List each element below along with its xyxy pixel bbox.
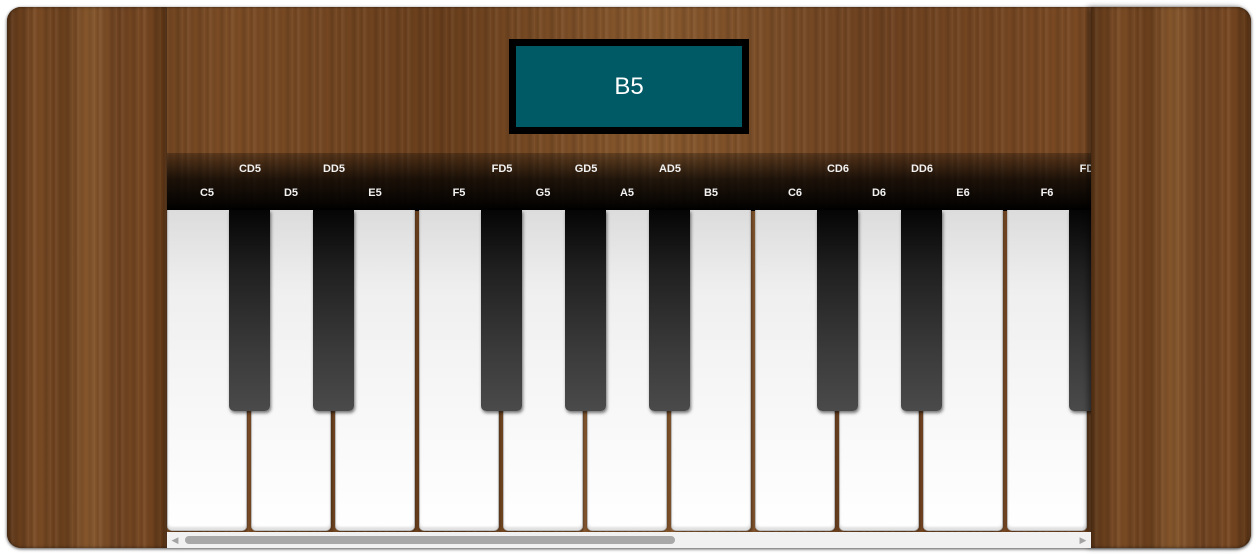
key-label-c6: C6 — [787, 187, 803, 199]
key-label-fd6: FD6 — [1079, 163, 1091, 175]
black-key-dd5[interactable] — [313, 210, 354, 411]
key-label-dd5: DD5 — [322, 163, 345, 175]
key-label-c5: C5 — [199, 187, 215, 199]
left-wood-cheek — [7, 7, 167, 548]
keyboard: CD5 DD5 FD5 GD5 AD5 CD6 DD6 FD6 C5 D5 E5… — [167, 153, 1091, 532]
key-label-b5: B5 — [703, 187, 719, 199]
key-label-cd6: CD6 — [826, 163, 849, 175]
black-key-cd5[interactable] — [229, 210, 270, 411]
key-label-a5: A5 — [619, 187, 635, 199]
key-label-gd5: GD5 — [574, 163, 598, 175]
key-label-ad5: AD5 — [658, 163, 681, 175]
black-key-dd6[interactable] — [901, 210, 942, 411]
key-label-fd5: FD5 — [491, 163, 513, 175]
scroll-right-arrow-icon[interactable]: ▶ — [1075, 532, 1091, 548]
black-key-gd5[interactable] — [565, 210, 606, 411]
black-key-cd6[interactable] — [817, 210, 858, 411]
note-display-text: B5 — [516, 46, 742, 127]
key-label-band — [167, 153, 1091, 211]
black-key-fd6[interactable] — [1069, 210, 1091, 411]
key-label-g5: G5 — [535, 187, 551, 199]
key-label-d5: D5 — [283, 187, 299, 199]
key-label-d6: D6 — [871, 187, 887, 199]
key-label-f5: F5 — [452, 187, 466, 199]
scroll-left-arrow-icon[interactable]: ◀ — [167, 532, 183, 548]
key-label-f6: F6 — [1040, 187, 1054, 199]
key-label-e6: E6 — [956, 187, 970, 199]
black-key-ad5[interactable] — [649, 210, 690, 411]
key-label-e5: E5 — [368, 187, 382, 199]
key-label-dd6: DD6 — [910, 163, 933, 175]
key-label-cd5: CD5 — [238, 163, 261, 175]
scroll-thumb[interactable] — [185, 536, 675, 544]
note-display: B5 — [509, 39, 749, 134]
black-key-fd5[interactable] — [481, 210, 522, 411]
keyboard-horizontal-scrollbar[interactable]: ◀ ▶ — [167, 532, 1091, 548]
right-wood-cheek — [1091, 7, 1251, 548]
